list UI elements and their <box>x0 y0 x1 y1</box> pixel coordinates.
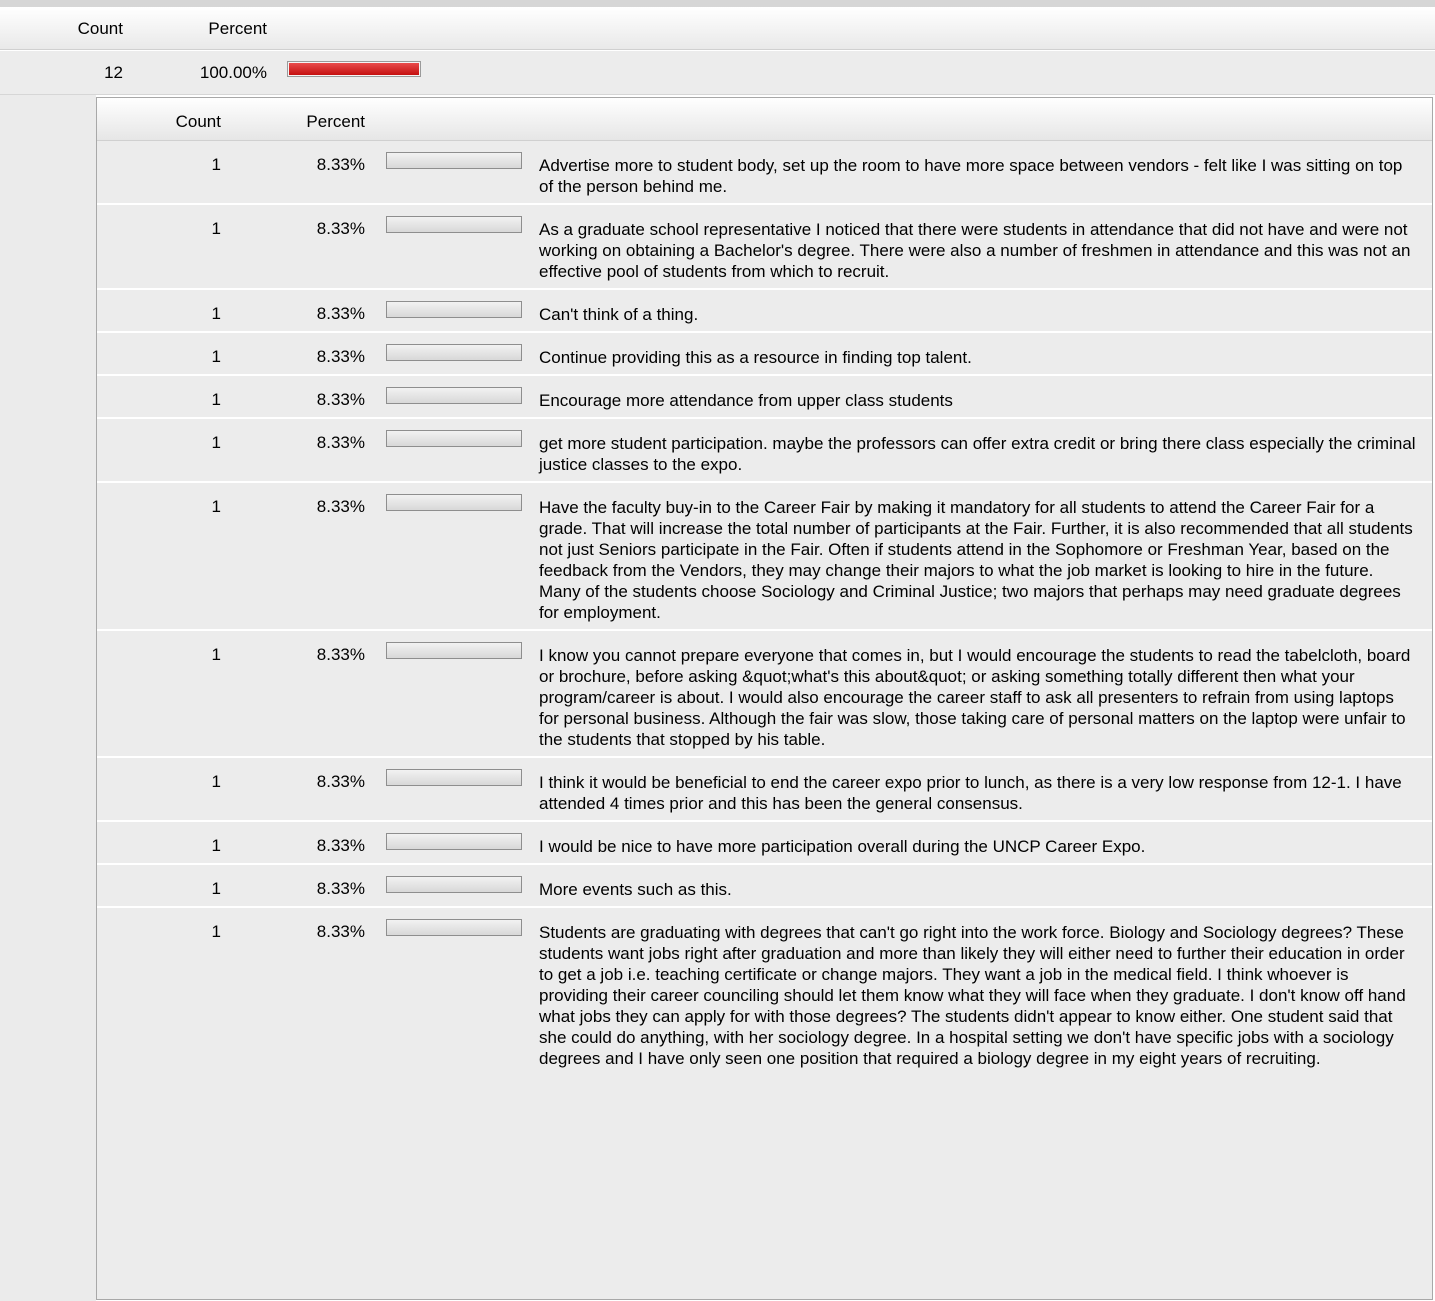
response-percent-bar <box>386 387 522 404</box>
percent-column-header: Percent <box>306 112 365 131</box>
response-percent: 8.33% <box>316 645 365 664</box>
count-column-header: Count <box>77 19 123 38</box>
response-row: 1 8.33% Students are graduating with degre… <box>97 906 1432 1075</box>
response-text: More events such as this. <box>539 880 732 899</box>
response-row: 1 8.33% Can't think of a thing. <box>97 288 1432 331</box>
response-percent-bar <box>386 301 522 318</box>
response-text: I know you cannot prepare everyone that … <box>539 646 1411 749</box>
response-row: 1 8.33% As a graduate school representativ… <box>97 203 1432 288</box>
response-count: 1 <box>211 390 221 409</box>
response-row: 1 8.33% Continue providing this as a resou… <box>97 331 1432 374</box>
response-percent-bar <box>386 919 522 936</box>
response-count: 1 <box>211 879 221 898</box>
response-percent: 8.33% <box>316 922 365 941</box>
response-count: 1 <box>211 155 221 174</box>
response-percent: 8.33% <box>316 155 365 174</box>
response-percent-bar <box>386 642 522 659</box>
response-percent: 8.33% <box>316 304 365 323</box>
response-row: 1 8.33% Have the faculty buy-in to the Car… <box>97 481 1432 629</box>
response-count: 1 <box>211 433 221 452</box>
response-count: 1 <box>211 347 221 366</box>
responses-rows: 1 8.33% Advertise more to student body, se… <box>97 141 1432 1075</box>
summary-percent-bar-fill <box>289 63 419 75</box>
response-row: 1 8.33% I think it would be beneficial to … <box>97 756 1432 820</box>
response-count: 1 <box>211 219 221 238</box>
count-column-header: Count <box>175 112 221 131</box>
response-count: 1 <box>211 922 221 941</box>
response-text: get more student participation. maybe th… <box>539 434 1416 474</box>
responses-header: Count Percent <box>97 98 1432 141</box>
response-text: I would be nice to have more participati… <box>539 837 1146 856</box>
left-gutter <box>0 95 96 1301</box>
response-text: Advertise more to student body, set up t… <box>539 156 1403 196</box>
response-percent: 8.33% <box>316 390 365 409</box>
response-text: Encourage more attendance from upper cla… <box>539 391 953 410</box>
response-count: 1 <box>211 304 221 323</box>
response-text: Can't think of a thing. <box>539 305 699 324</box>
response-text: Have the faculty buy-in to the Career Fa… <box>539 498 1413 622</box>
summary-count: 12 <box>104 63 123 82</box>
top-border <box>0 0 1435 7</box>
response-row: 1 8.33% I would be nice to have more parti… <box>97 820 1432 863</box>
summary-percent-bar <box>287 61 421 77</box>
response-count: 1 <box>211 772 221 791</box>
response-percent-bar <box>386 430 522 447</box>
response-percent: 8.33% <box>316 219 365 238</box>
response-percent-bar <box>386 876 522 893</box>
response-text: Students are graduating with degrees tha… <box>539 923 1406 1068</box>
response-percent: 8.33% <box>316 497 365 516</box>
response-percent: 8.33% <box>316 836 365 855</box>
response-count: 1 <box>211 497 221 516</box>
response-row: 1 8.33% I know you cannot prepare everyone… <box>97 629 1432 756</box>
response-percent: 8.33% <box>316 772 365 791</box>
response-count: 1 <box>211 836 221 855</box>
response-row: 1 8.33% Encourage more attendance from upp… <box>97 374 1432 417</box>
response-percent: 8.33% <box>316 879 365 898</box>
summary-header: Count Percent <box>0 7 1435 50</box>
percent-column-header: Percent <box>208 19 267 38</box>
response-row: 1 8.33% Advertise more to student body, se… <box>97 141 1432 203</box>
response-row: 1 8.33% get more student participation. ma… <box>97 417 1432 481</box>
response-percent-bar <box>386 769 522 786</box>
response-percent-bar <box>386 344 522 361</box>
response-percent-bar <box>386 216 522 233</box>
response-percent: 8.33% <box>316 433 365 452</box>
summary-percent: 100.00% <box>199 63 267 82</box>
summary-row: 12 100.00% <box>0 51 1435 95</box>
response-row: 1 8.33% More events such as this. <box>97 863 1432 906</box>
response-count: 1 <box>211 645 221 664</box>
response-percent-bar <box>386 152 522 169</box>
response-text: Continue providing this as a resource in… <box>539 348 972 367</box>
response-text: As a graduate school representative I no… <box>539 220 1411 281</box>
responses-table: Count Percent 1 8.33% Advertise more to st… <box>96 97 1433 1300</box>
response-percent-bar <box>386 833 522 850</box>
response-percent: 8.33% <box>316 347 365 366</box>
response-text: I think it would be beneficial to end th… <box>539 773 1402 813</box>
response-percent-bar <box>386 494 522 511</box>
